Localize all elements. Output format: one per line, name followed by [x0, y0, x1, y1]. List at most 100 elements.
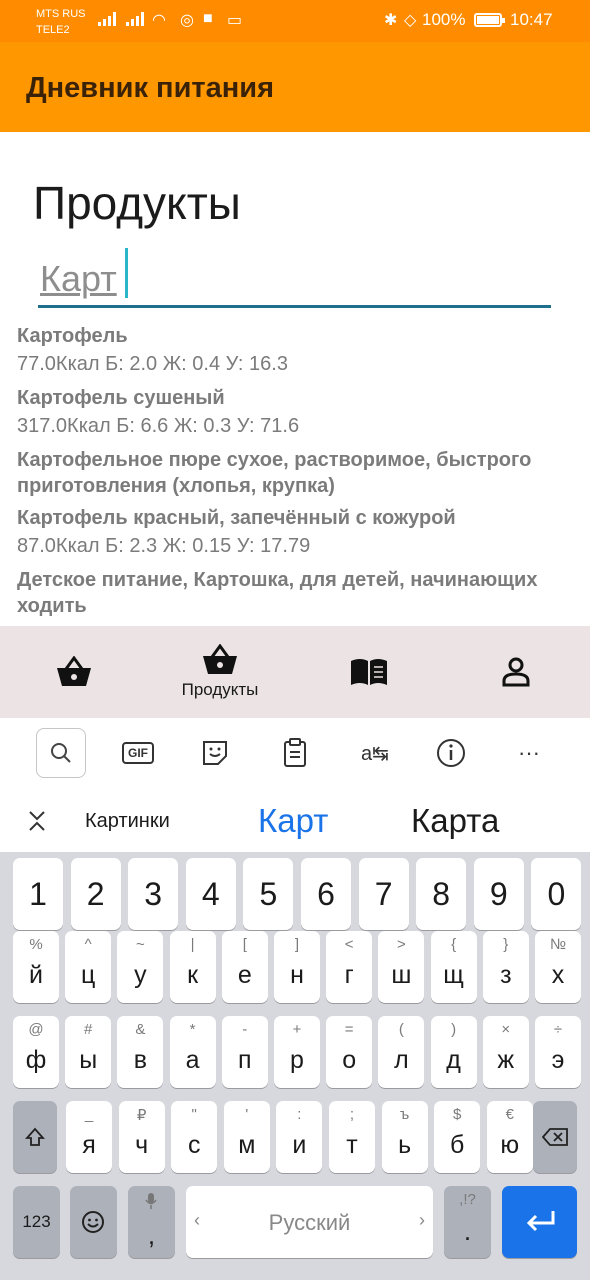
letter-key[interactable]: } з	[482, 931, 529, 1003]
number-key[interactable]: 8	[416, 858, 467, 930]
suggestion-2[interactable]: Карт	[258, 802, 328, 840]
letter-key[interactable]: " с	[171, 1101, 218, 1173]
product-item[interactable]: Картофельное пюре сухое, растворимое, бы…	[0, 447, 590, 499]
number-key[interactable]: 7	[358, 858, 409, 930]
key-label: 2	[86, 876, 105, 912]
letter-key[interactable]: [е	[221, 931, 268, 1003]
nav-recipes[interactable]	[314, 626, 424, 718]
product-item[interactable]: Картофель сушеный 317.0Ккал Б: 6.6 Ж: 0.…	[0, 385, 590, 441]
letter-key[interactable]: < г	[326, 931, 373, 1003]
letter-key[interactable]: ; т	[329, 1101, 375, 1173]
voice-comma-key[interactable]: ,	[128, 1186, 175, 1258]
letter-key[interactable]: ] н	[274, 931, 320, 1003]
letter-key[interactable]: ₽ ч	[118, 1101, 165, 1173]
search-input-value[interactable]: Карт	[40, 258, 117, 300]
letter-key[interactable]: ^ ц	[65, 931, 112, 1003]
wifi-icon: ◠	[152, 12, 166, 29]
collapse-icon[interactable]	[28, 810, 46, 832]
keyboard-more-button[interactable]: ···	[504, 728, 554, 778]
letter-key[interactable]: * а	[169, 1016, 216, 1088]
suggestion-1[interactable]: Картинки	[85, 810, 170, 833]
letter-key[interactable]: ' м	[223, 1101, 270, 1173]
key-label: р	[290, 1046, 304, 1074]
keyboard-clipboard-button[interactable]	[270, 728, 320, 778]
keyboard: 1234567890 % й ^ ц ~ у | к[е] н < г > ш{щ} з № х @ ф # ы & в…	[0, 852, 590, 1280]
letter-key[interactable]: @ ф	[13, 1016, 59, 1088]
number-key[interactable]: 0	[531, 858, 582, 930]
emoji-key[interactable]	[70, 1186, 117, 1258]
key-label: щ	[443, 961, 464, 989]
key-label: ж	[497, 1046, 515, 1074]
enter-key[interactable]	[502, 1186, 577, 1258]
product-item[interactable]: Детское питание, Картошка, для детей, на…	[0, 567, 590, 619]
letter-key[interactable]: € ю	[486, 1101, 533, 1173]
battery-percent: 100%	[422, 10, 466, 29]
keyboard-sticker-button[interactable]	[190, 728, 240, 778]
key-label: н	[290, 961, 304, 989]
nav-products-label: Продукты	[181, 680, 259, 699]
suggestion-3[interactable]: Карта	[411, 802, 499, 840]
product-item[interactable]: Картофель красный, запечённый с кожурой …	[0, 505, 590, 561]
letter-key[interactable]: # ы	[65, 1016, 112, 1088]
letter-key[interactable]: ~ у	[117, 931, 164, 1003]
letter-key[interactable]: | к	[169, 931, 216, 1003]
keyboard-search-button[interactable]	[36, 728, 86, 778]
keyboard-gif-button[interactable]: GIF	[113, 728, 163, 778]
letter-key[interactable]: × ж	[482, 1016, 529, 1088]
key-label: ь	[398, 1131, 412, 1159]
space-key[interactable]: ‹ Русский ›	[186, 1186, 433, 1258]
key-label: п	[238, 1046, 252, 1074]
letter-key[interactable]: _ я	[66, 1101, 112, 1173]
letter-key[interactable]: (л	[378, 1016, 425, 1088]
nav-products[interactable]: Продукты	[165, 626, 275, 718]
period-key[interactable]: ,!? .	[444, 1186, 491, 1258]
letter-key[interactable]: ÷ э	[535, 1016, 581, 1088]
product-item[interactable]: Картофель 77.0Ккал Б: 2.0 Ж: 0.4 У: 16.3	[0, 320, 590, 379]
letter-key[interactable]: :и	[276, 1101, 323, 1173]
number-key[interactable]: 3	[128, 858, 179, 930]
letter-key[interactable]: ) д	[430, 1016, 477, 1088]
sticker-icon	[203, 741, 227, 765]
key-sub-label: ]	[294, 936, 300, 953]
page-title: Продукты	[33, 177, 241, 229]
letter-key[interactable]: $ б	[434, 1101, 481, 1173]
letter-key[interactable]: % й	[13, 931, 59, 1003]
letter-key[interactable]: {щ	[430, 931, 477, 1003]
key-sub-label: {	[451, 936, 457, 953]
carrier-info: MTS RUS TELE2	[36, 6, 86, 38]
backspace-key[interactable]	[533, 1101, 577, 1173]
nav-profile[interactable]	[461, 626, 571, 718]
key-sub-label: ~	[136, 936, 145, 953]
key-sub-label: :	[297, 1106, 302, 1123]
search-field[interactable]: Карт	[38, 248, 551, 308]
number-key[interactable]: 9	[473, 858, 524, 930]
product-name: Картофель красный, запечённый с кожурой	[17, 507, 456, 529]
key-label: х	[551, 961, 565, 989]
letter-key[interactable]: № х	[535, 931, 581, 1003]
key-label: 9	[489, 876, 508, 912]
product-list[interactable]: Картофель 77.0Ккал Б: 2.0 Ж: 0.4 У: 16.3…	[0, 320, 590, 626]
numbers-switch-key[interactable]: 123	[13, 1186, 60, 1258]
number-key[interactable]: 2	[70, 858, 121, 930]
shift-key[interactable]	[13, 1101, 57, 1173]
letter-key[interactable]: = о	[326, 1016, 373, 1088]
letter-key[interactable]: > ш	[378, 931, 425, 1003]
key-label: ш	[391, 961, 412, 989]
microphone-icon	[145, 1193, 157, 1209]
letter-key[interactable]: -п	[221, 1016, 268, 1088]
letter-key[interactable]: & в	[117, 1016, 164, 1088]
key-label: ы	[79, 1046, 98, 1074]
letter-key[interactable]: + р	[274, 1016, 320, 1088]
letter-key[interactable]: ъь	[381, 1101, 428, 1173]
app-bar: Дневник питания	[0, 42, 590, 132]
keyboard-translate-button[interactable]: a↹	[350, 728, 400, 778]
number-key[interactable]: 6	[301, 858, 351, 930]
nav-diary[interactable]	[19, 626, 129, 718]
number-key[interactable]: 5	[243, 858, 294, 930]
number-key[interactable]: 4	[185, 858, 236, 930]
keyboard-info-button[interactable]	[426, 728, 476, 778]
key-label: я	[82, 1131, 96, 1159]
key-label: й	[29, 961, 43, 989]
number-key[interactable]: 1	[13, 858, 63, 930]
video-icon: ■	[203, 10, 213, 27]
